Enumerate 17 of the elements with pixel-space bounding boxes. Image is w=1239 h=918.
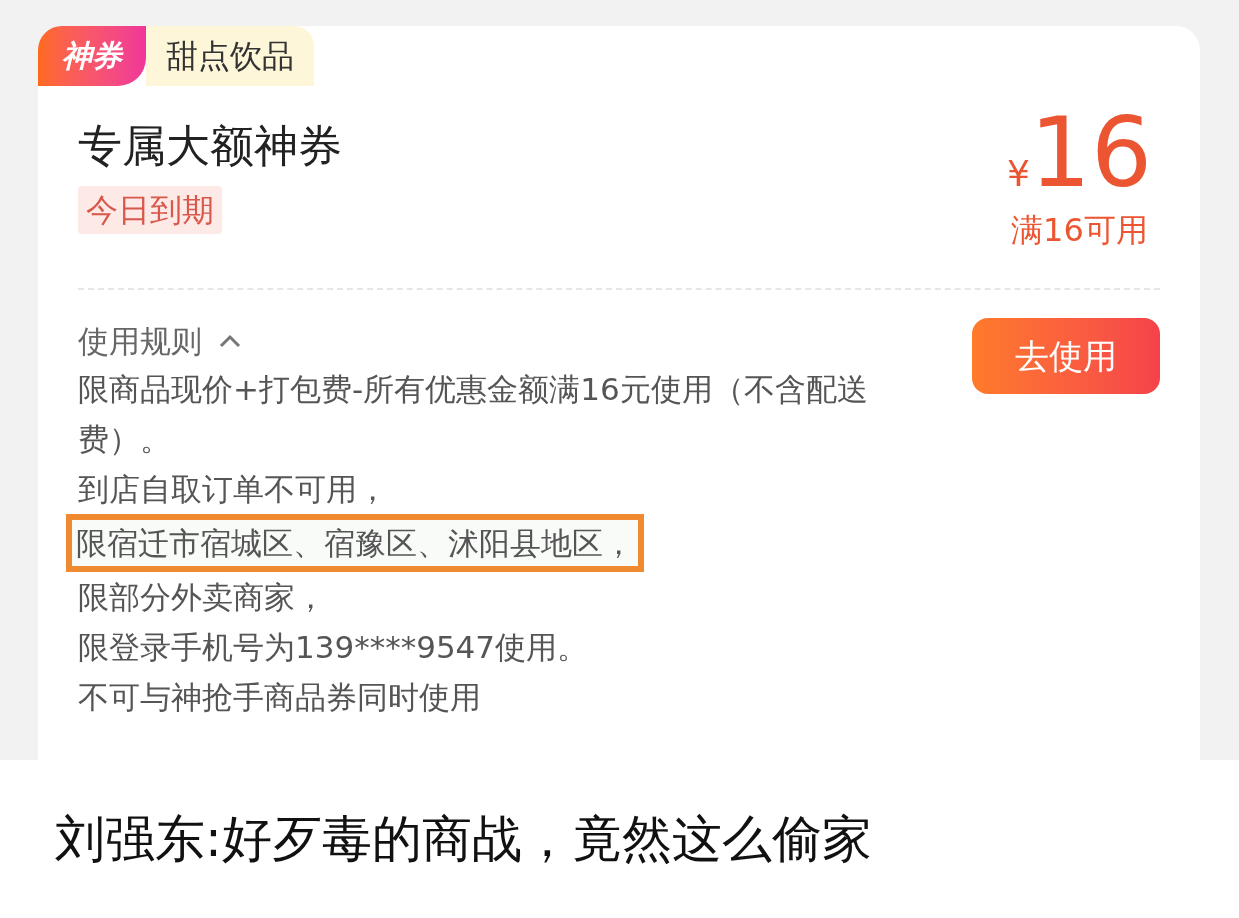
rule-text: 到店自取订单不可用， bbox=[78, 470, 389, 509]
rule-text: 不可与神抢手商品券同时使用 bbox=[78, 678, 482, 717]
caption-text: 刘强东:好歹毒的商战，竟然这么偷家 bbox=[55, 808, 872, 870]
currency-symbol: ¥ bbox=[1006, 152, 1030, 196]
category-tag: 甜点饮品 bbox=[146, 26, 314, 86]
expiry-tag: 今日到期 bbox=[78, 186, 222, 234]
rule-text: 限部分外卖商家， bbox=[78, 578, 327, 617]
rule-text: 限商品现价+打包费-所有优惠金额满16元使用（不含配送费）。 bbox=[78, 370, 869, 459]
coupon-badge: 神券 bbox=[38, 26, 146, 86]
rule-text: 限登录手机号为139****9547使用。 bbox=[78, 628, 590, 667]
coupon-title: 专属大额神券 bbox=[78, 119, 342, 173]
chevron-icon[interactable] bbox=[218, 333, 242, 349]
usage-condition: 满16可用 bbox=[1011, 210, 1148, 251]
rules-label: 使用规则 bbox=[78, 322, 202, 361]
use-button[interactable]: 去使用 bbox=[972, 318, 1160, 394]
coupon-amount: 16 bbox=[1029, 98, 1152, 208]
rule-text: 限宿迁市宿城区、宿豫区、沭阳县地区， bbox=[66, 514, 644, 572]
